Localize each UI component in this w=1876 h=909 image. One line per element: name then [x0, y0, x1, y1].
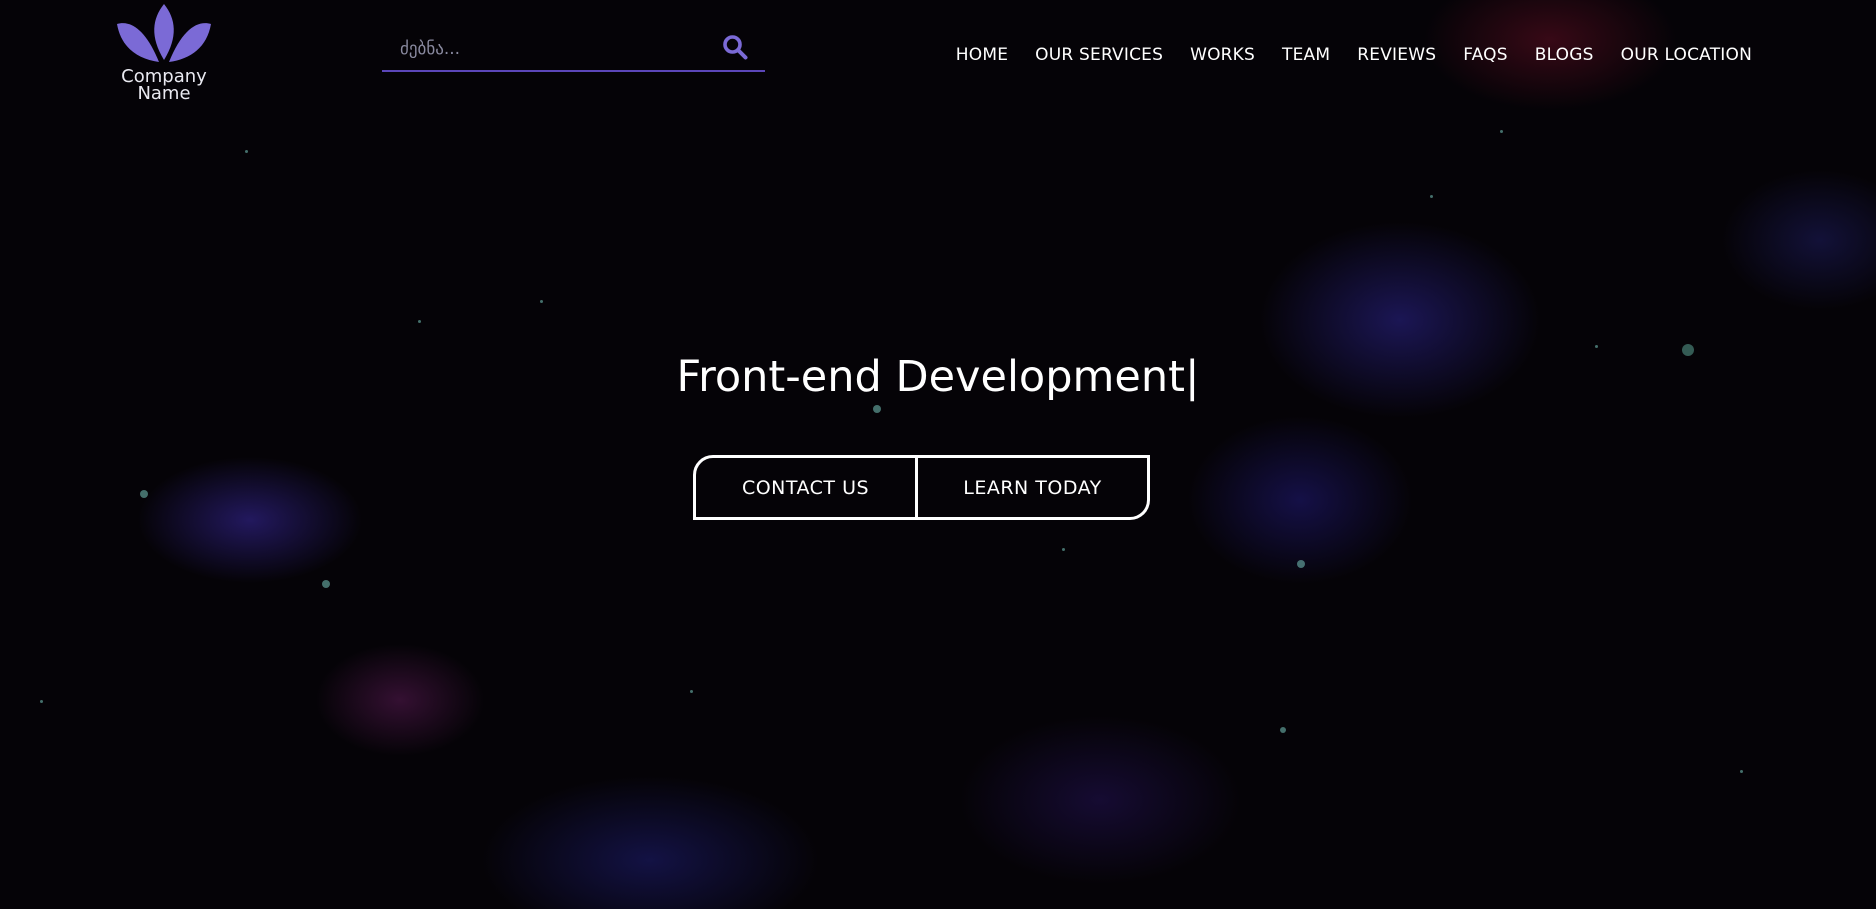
nav-item-faqs: FAQS [1463, 45, 1508, 65]
hero-title-text: Front-end Development [676, 352, 1185, 402]
nav-item-team: TEAM [1282, 45, 1330, 65]
hero-title: Front-end Development| [0, 352, 1876, 402]
search-icon [722, 34, 748, 63]
nav-link-works[interactable]: WORKS [1190, 45, 1255, 65]
nav-item-our-location: OUR LOCATION [1621, 45, 1752, 65]
nav-link-home[interactable]: HOME [956, 45, 1008, 65]
nav-link-blogs[interactable]: BLOGS [1535, 45, 1594, 65]
nav-item-blogs: BLOGS [1535, 45, 1594, 65]
search-button[interactable] [719, 32, 751, 64]
nav-link-our-services[interactable]: OUR SERVICES [1035, 45, 1163, 65]
learn-today-button[interactable]: LEARN TODAY [918, 455, 1150, 520]
nav-item-home: HOME [956, 45, 1008, 65]
main-nav: HOME OUR SERVICES WORKS TEAM REVIEWS FAQ… [956, 45, 1752, 65]
lotus-icon [112, 4, 216, 66]
nav-item-reviews: REVIEWS [1357, 45, 1436, 65]
contact-us-button[interactable]: CONTACT US [693, 455, 918, 520]
nav-item-our-services: OUR SERVICES [1035, 45, 1163, 65]
nav-link-faqs[interactable]: FAQS [1463, 45, 1508, 65]
company-name-line2: Name [137, 83, 191, 104]
nav-link-reviews[interactable]: REVIEWS [1357, 45, 1436, 65]
typing-cursor: | [1184, 352, 1200, 402]
search-input[interactable] [382, 28, 712, 70]
nav-link-our-location[interactable]: OUR LOCATION [1621, 45, 1752, 65]
nav-link-team[interactable]: TEAM [1282, 45, 1330, 65]
company-name: Company Name [112, 68, 216, 104]
nav-item-works: WORKS [1190, 45, 1255, 65]
search-form [382, 28, 765, 72]
hero-buttons: CONTACT US LEARN TODAY [693, 455, 1150, 520]
company-logo[interactable]: Company Name [112, 4, 216, 104]
